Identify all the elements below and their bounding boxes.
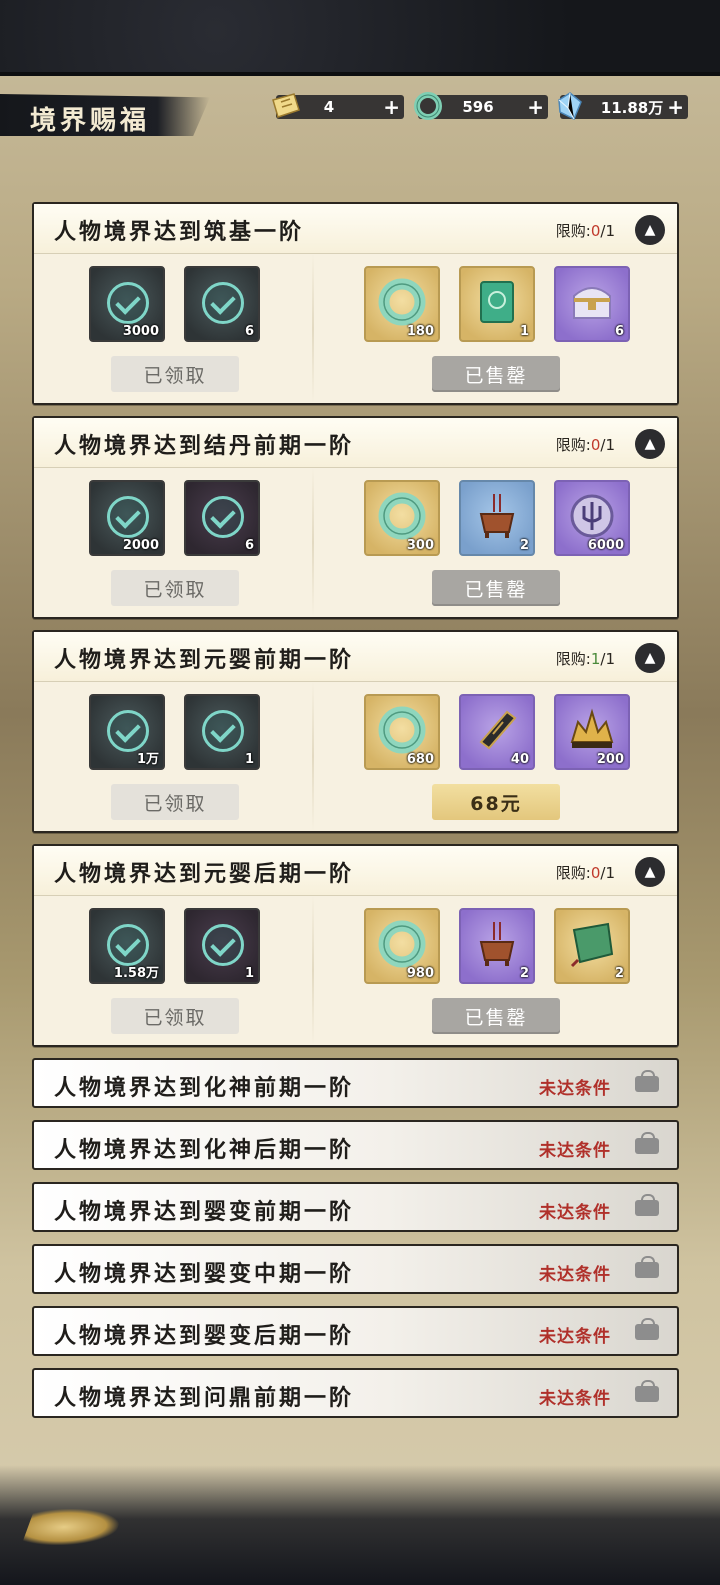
jade-ring-icon[interactable]: 980 bbox=[364, 908, 440, 984]
collapse-toggle-icon[interactable]: ▲ bbox=[635, 857, 665, 887]
status-label: 未达条件 bbox=[539, 1327, 611, 1347]
incense-burner-icon[interactable]: 2 bbox=[459, 480, 535, 556]
claimed-check-icon bbox=[107, 710, 149, 752]
scroll-book-icon[interactable]: 1 bbox=[184, 908, 260, 984]
add-crystal-button[interactable]: + bbox=[667, 95, 684, 119]
spirit-ore-icon[interactable]: 2000 bbox=[89, 480, 165, 556]
card-title: 人物境界达到结丹前期一阶 bbox=[54, 433, 355, 459]
add-ticket-button[interactable]: + bbox=[383, 95, 400, 119]
status-label: 未达条件 bbox=[539, 1389, 611, 1409]
page-title: 境界赐福 bbox=[30, 106, 151, 136]
incense-burner-icon[interactable]: 2 bbox=[459, 908, 535, 984]
collapse-toggle-icon[interactable]: ▲ bbox=[635, 215, 665, 245]
mystery-item-icon[interactable]: 1 bbox=[184, 694, 260, 770]
treasure-chest-icon[interactable]: 6 bbox=[554, 266, 630, 342]
locked-title: 人物境界达到婴变前期一阶 bbox=[54, 1199, 355, 1225]
claimed-button[interactable]: 已领取 bbox=[111, 998, 239, 1034]
lock-icon bbox=[635, 1256, 659, 1278]
divider bbox=[312, 468, 314, 617]
spirit-stone-icon[interactable]: 1.58万 bbox=[89, 908, 165, 984]
status-label: 未达条件 bbox=[539, 1079, 611, 1099]
green-scroll-icon[interactable]: 2 bbox=[554, 908, 630, 984]
divider bbox=[312, 254, 314, 403]
locked-title: 人物境界达到婴变后期一阶 bbox=[54, 1323, 355, 1349]
claimed-check-icon bbox=[107, 282, 149, 324]
locked-title: 人物境界达到问鼎前期一阶 bbox=[54, 1385, 355, 1411]
claimed-button[interactable]: 已领取 bbox=[111, 356, 239, 392]
locked-row-3[interactable]: 人物境界达到婴变前期一阶 未达条件 bbox=[32, 1182, 679, 1232]
collapse-toggle-icon[interactable]: ▲ bbox=[635, 643, 665, 673]
reward-card-4: 人物境界达到元婴后期一阶 限购:0/1 ▲ 1.58万 1 已领取 980 2 … bbox=[32, 844, 679, 1047]
locked-row-1[interactable]: 人物境界达到化神前期一阶 未达条件 bbox=[32, 1058, 679, 1108]
divider bbox=[312, 896, 314, 1045]
status-label: 未达条件 bbox=[539, 1141, 611, 1161]
lock-icon bbox=[635, 1318, 659, 1340]
card-title: 人物境界达到筑基一阶 bbox=[54, 219, 305, 245]
purple-herb-icon[interactable]: 6 bbox=[184, 480, 260, 556]
purchase-limit: 限购:1/1 bbox=[555, 650, 615, 668]
currency-jade: 596 + bbox=[414, 92, 548, 120]
divider bbox=[312, 682, 314, 831]
sold-out-button[interactable]: 已售罄 bbox=[432, 356, 560, 392]
claimed-check-icon bbox=[202, 710, 244, 752]
sold-out-button[interactable]: 已售罄 bbox=[432, 570, 560, 606]
buy-button[interactable]: 68元 bbox=[432, 784, 560, 820]
lock-icon bbox=[635, 1380, 659, 1402]
locked-row-6[interactable]: 人物境界达到问鼎前期一阶 未达条件 bbox=[32, 1368, 679, 1418]
golden-crown-icon[interactable]: 200 bbox=[554, 694, 630, 770]
card-title: 人物境界达到元婴前期一阶 bbox=[54, 647, 355, 673]
green-book-icon[interactable]: 1 bbox=[459, 266, 535, 342]
status-label: 未达条件 bbox=[539, 1203, 611, 1223]
jade-ring-icon[interactable]: 300 bbox=[364, 480, 440, 556]
purchase-limit: 限购:0/1 bbox=[555, 864, 615, 882]
ticket-icon bbox=[272, 93, 300, 118]
claimed-check-icon bbox=[107, 496, 149, 538]
claimed-check-icon bbox=[202, 924, 244, 966]
claimed-check-icon bbox=[107, 924, 149, 966]
lock-icon bbox=[635, 1194, 659, 1216]
status-label: 未达条件 bbox=[539, 1265, 611, 1285]
locked-title: 人物境界达到婴变中期一阶 bbox=[54, 1261, 355, 1287]
currency-crystal: 11.88万 + bbox=[558, 92, 688, 121]
currency-ticket: 4 + bbox=[272, 93, 404, 120]
locked-title: 人物境界达到化神前期一阶 bbox=[54, 1075, 355, 1101]
trident-emblem-icon[interactable]: 6000 bbox=[554, 480, 630, 556]
lock-icon bbox=[635, 1070, 659, 1092]
claimed-check-icon bbox=[202, 282, 244, 324]
spirit-stone-icon[interactable]: 1万 bbox=[89, 694, 165, 770]
claimed-button[interactable]: 已领取 bbox=[111, 784, 239, 820]
talisman-icon[interactable]: 40 bbox=[459, 694, 535, 770]
currency-jade-value: 596 bbox=[462, 98, 494, 116]
top-ink-banner bbox=[0, 0, 720, 76]
lock-icon bbox=[635, 1132, 659, 1154]
herb-bundle-icon[interactable]: 6 bbox=[184, 266, 260, 342]
claimed-button[interactable]: 已领取 bbox=[111, 570, 239, 606]
locked-row-2[interactable]: 人物境界达到化神后期一阶 未达条件 bbox=[32, 1120, 679, 1170]
purchase-limit: 限购:0/1 bbox=[555, 222, 615, 240]
sold-out-button[interactable]: 已售罄 bbox=[432, 998, 560, 1034]
add-jade-button[interactable]: + bbox=[527, 95, 544, 119]
locked-title: 人物境界达到化神后期一阶 bbox=[54, 1137, 355, 1163]
reward-card-1: 人物境界达到筑基一阶 限购:0/1 ▲ 3000 6 已领取 180 1 6 已… bbox=[32, 202, 679, 405]
collapse-toggle-icon[interactable]: ▲ bbox=[635, 429, 665, 459]
spirit-crystal-icon bbox=[558, 92, 582, 121]
card-title: 人物境界达到元婴后期一阶 bbox=[54, 861, 355, 887]
reward-card-2: 人物境界达到结丹前期一阶 限购:0/1 ▲ 2000 6 已领取 300 2 6… bbox=[32, 416, 679, 619]
locked-row-4[interactable]: 人物境界达到婴变中期一阶 未达条件 bbox=[32, 1244, 679, 1294]
gold-brush-decoration bbox=[21, 1509, 125, 1545]
jade-ring-icon[interactable]: 180 bbox=[364, 266, 440, 342]
currency-ticket-value: 4 bbox=[323, 98, 335, 116]
claimed-check-icon bbox=[202, 496, 244, 538]
jade-ring-icon[interactable]: 680 bbox=[364, 694, 440, 770]
locked-row-5[interactable]: 人物境界达到婴变后期一阶 未达条件 bbox=[32, 1306, 679, 1356]
reward-card-3: 人物境界达到元婴前期一阶 限购:1/1 ▲ 1万 1 已领取 680 40 20… bbox=[32, 630, 679, 833]
spirit-stone-icon[interactable]: 3000 bbox=[89, 266, 165, 342]
header: 境界赐福 4 + 596 + 11.88万 + bbox=[0, 92, 720, 138]
currency-crystal-value: 11.88万 bbox=[600, 98, 664, 117]
purchase-limit: 限购:0/1 bbox=[555, 436, 615, 454]
jade-ring-icon bbox=[414, 92, 442, 120]
